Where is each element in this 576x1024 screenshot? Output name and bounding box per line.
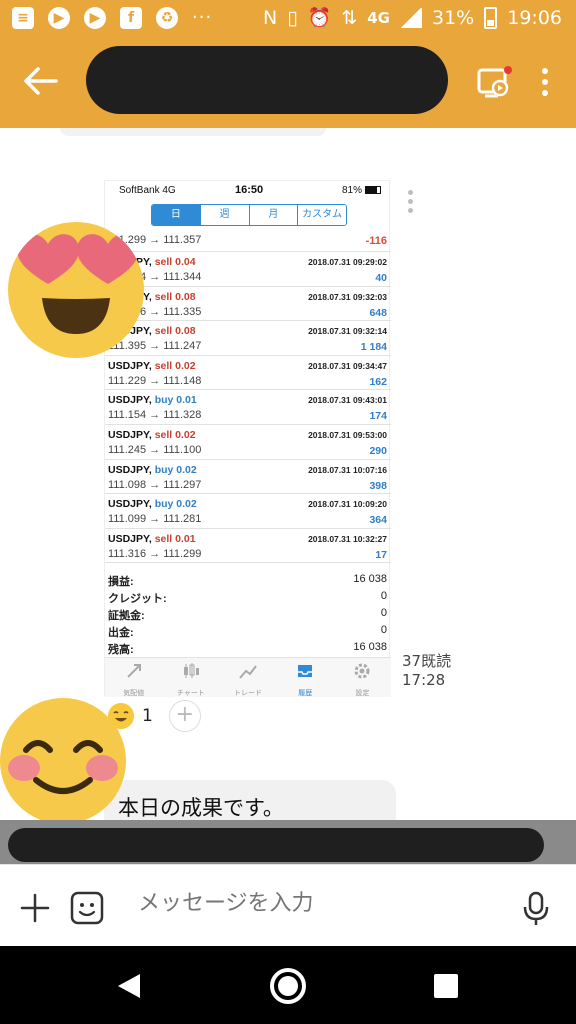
tab-quotes: 気配値 xyxy=(105,658,162,697)
vibrate-icon: ▯ xyxy=(287,6,298,29)
notes-icon: ≡ xyxy=(12,7,34,29)
add-reaction-button[interactable]: + xyxy=(168,700,201,732)
summary-row: 証拠金: 0 xyxy=(108,607,387,622)
network-type: 4G xyxy=(367,8,390,27)
shared-image[interactable]: SoftBank 4G 16:50 81% 日 週 月 カスタム 111.299… xyxy=(104,180,391,697)
android-nav-bar xyxy=(0,946,576,1024)
summary-row: クレジット: 0 xyxy=(108,590,387,605)
chat-title-redacted xyxy=(86,46,448,114)
segment-week: 週 xyxy=(199,205,249,225)
quotes-icon xyxy=(126,664,141,678)
recycle-icon: ♻ xyxy=(156,7,178,29)
image-tab-bar: 気配値 チャート トレード 履歴 設定 xyxy=(105,657,391,697)
data-icon: ⇅ xyxy=(341,6,358,29)
tab-trade: トレード xyxy=(219,658,276,697)
plus-icon[interactable] xyxy=(20,893,50,923)
send-time: 17:28 xyxy=(402,671,446,689)
trade-row: USDJPY, sell 0.02 2018.07.31 09:34:47 111.… xyxy=(105,356,391,391)
summary-row: 残高: 16 038 xyxy=(108,641,387,656)
signal-icon xyxy=(400,7,422,28)
account-summary: 損益: 16 038 クレジット: 0 証拠金: 0 出金: 0 残高: 16 038 xyxy=(105,571,391,656)
sticker-icon[interactable] xyxy=(70,891,104,925)
microphone-icon[interactable] xyxy=(522,891,550,927)
trade-history-list: 111.299 → 111.357 -116 USDJPY, sell 0.04… xyxy=(105,228,391,564)
message-menu-icon[interactable] xyxy=(408,190,414,216)
tab-history: 履歴 xyxy=(277,658,334,697)
status-bar: ≡ ▶ ▶ f ♻ ··· N ▯ ⏰ ⇅ 4G 31% 19:06 xyxy=(0,0,576,38)
segment-custom: カスタム xyxy=(297,205,346,225)
more-menu-icon[interactable] xyxy=(540,68,550,98)
youtube-icon: ▶ xyxy=(48,7,70,29)
heart-eyes-emoji-icon xyxy=(8,222,144,358)
read-status: 37既読 17:28 xyxy=(402,652,451,690)
segment-day: 日 xyxy=(152,205,200,225)
nav-home-icon[interactable] xyxy=(270,968,306,1004)
alarm-icon: ⏰ xyxy=(307,7,332,29)
previous-bubble xyxy=(60,128,326,136)
summary-row: 出金: 0 xyxy=(108,624,387,639)
video-call-icon[interactable] xyxy=(476,66,512,100)
segment-month: 月 xyxy=(248,205,298,225)
chat-screen: ≡ ▶ ▶ f ♻ ··· N ▯ ⏰ ⇅ 4G 31% 19:06 SoftB… xyxy=(0,0,576,1024)
reaction-bar: 1 + xyxy=(108,700,201,732)
trade-row: USDJPY, sell 0.042018.07.31 09:29:02111.… xyxy=(105,252,391,287)
play-icon: ▶ xyxy=(84,7,106,29)
nav-recents-icon[interactable] xyxy=(434,974,458,998)
message-input-bar xyxy=(0,864,576,946)
battery-percent: 31% xyxy=(432,6,475,29)
tab-chart: チャート xyxy=(162,658,219,697)
tab-settings: 設定 xyxy=(334,658,391,697)
gear-icon xyxy=(354,663,370,679)
candlestick-icon xyxy=(183,663,199,678)
trade-row: USDJPY, sell 0.08 2018.07.31 09:32:14 111.… xyxy=(105,321,391,356)
message-input[interactable] xyxy=(138,891,478,916)
read-count: 37既読 xyxy=(402,652,452,670)
chat-area[interactable]: SoftBank 4G 16:50 81% 日 週 月 カスタム 111.299… xyxy=(0,128,576,864)
trade-row: USDJPY, buy 0.02 2018.07.31 10:09:20 111.0… xyxy=(105,494,391,529)
clock: 19:06 xyxy=(507,6,562,29)
redaction-bar xyxy=(8,828,544,862)
trade-row: USDJPY, sell 0.02 2018.07.31 09:53:00 111.… xyxy=(105,425,391,460)
trade-row: USDJPY, buy 0.02 2018.07.31 10:07:16 111.0… xyxy=(105,460,391,495)
summary-row: 損益: 16 038 xyxy=(108,573,387,588)
message-text: 本日の成果です。 xyxy=(118,796,284,820)
trade-row: 111.299 → 111.357 -116 xyxy=(105,228,391,252)
image-status-bar: SoftBank 4G 16:50 81% xyxy=(105,181,389,201)
period-segment: 日 週 月 カスタム xyxy=(151,204,347,226)
trade-icon xyxy=(239,665,257,679)
history-tray-icon xyxy=(298,665,313,677)
app-bar xyxy=(0,38,576,128)
nav-back-icon[interactable] xyxy=(116,972,142,1000)
nfc-icon: N xyxy=(262,6,278,29)
battery-icon xyxy=(484,6,498,29)
reaction-count: 1 xyxy=(142,706,153,726)
trade-row: USDJPY, buy 0.01 2018.07.31 09:43:01 111.1… xyxy=(105,390,391,425)
trade-row: USDJPY, sell 0.01 2018.07.31 10:32:27 111.… xyxy=(105,529,391,564)
back-arrow-icon[interactable] xyxy=(22,66,58,96)
more-dots-icon: ··· xyxy=(192,7,213,28)
facebook-icon: f xyxy=(120,7,142,29)
smiling-emoji-icon xyxy=(0,698,126,824)
trade-row: USDJPY, sell 0.082018.07.31 09:32:03111.… xyxy=(105,287,391,322)
